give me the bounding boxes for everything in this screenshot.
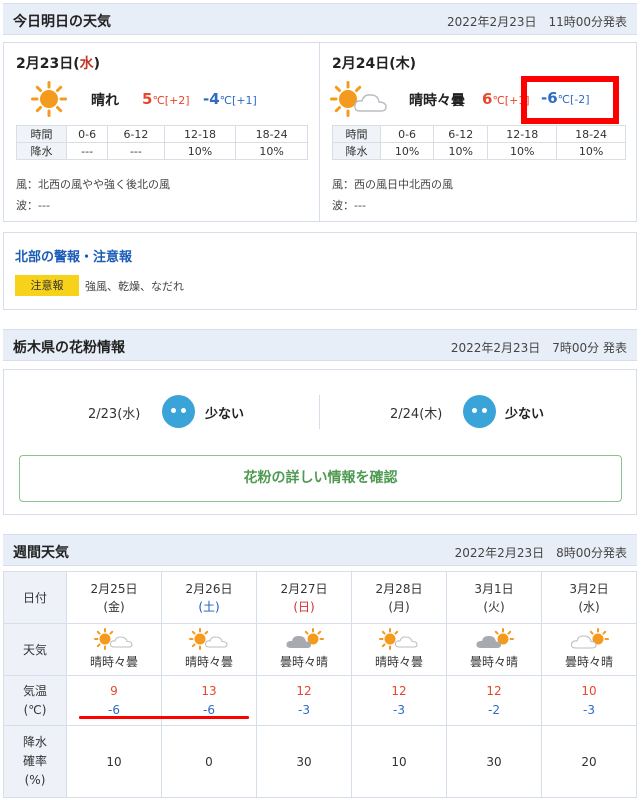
weekly-rain-cell: 10: [66, 725, 162, 798]
table-cell: 10%: [487, 142, 558, 160]
section-title: 週間天気: [13, 545, 69, 561]
sun-cloud-icon: [379, 627, 418, 650]
row-header: 降水 確率 (%): [3, 725, 67, 798]
precip-table: 時間 0-6 6-12 12-18 18-24 降水 --- --- 10% 1…: [16, 125, 308, 160]
table-cell: 10%: [163, 142, 237, 160]
weekly-weather-cell: 晴時々曇: [351, 623, 447, 676]
wind-text: 風：西の風日中北西の風: [332, 178, 453, 191]
cloud-sun-icon: [286, 627, 324, 648]
weekly-day: 2月25日 (金): [66, 571, 162, 624]
sun-cloud-icon: [189, 627, 228, 650]
weekly-day: 3月2日 (水): [541, 571, 637, 624]
sun-cloud-icon: [330, 81, 387, 117]
rain-row: 降水 確率 (%) 10 0 30 10 30 20: [3, 725, 637, 798]
sun-cloud-icon: [94, 627, 133, 650]
weekly-day: 2月26日 (土): [161, 571, 257, 624]
weekly-weather-cell: 晴時々曇: [161, 623, 257, 676]
cloud-sun-icon: [476, 627, 514, 648]
precip-table: 時間 0-6 6-12 12-18 18-24 降水 10% 10% 10% 1…: [332, 125, 626, 160]
table-cell: 降水: [332, 142, 381, 160]
table-cell: 時間: [332, 125, 381, 143]
wave-text: 波：---: [16, 199, 50, 212]
forecast-panel-today: 2月23日(水) 晴れ 5℃[+2] -4℃[+1] 時間 0-6 6-12 1…: [3, 42, 320, 222]
table-cell: 10%: [379, 142, 435, 160]
weekly-section-header: 週間天気 2022年2月23日 8時00分発表: [3, 534, 637, 566]
weekly-weather-cell: 晴時々曇: [66, 623, 162, 676]
table-cell: ---: [107, 142, 165, 160]
row-header: 気温 (℃): [3, 675, 67, 726]
weekly-weather-cell: 曇時々晴: [541, 623, 637, 676]
wind-text: 風：北西の風やや強く後北の風: [16, 178, 170, 191]
row-header: 日付: [3, 571, 67, 624]
pollen-detail-button[interactable]: 花粉の詳しい情報を確認: [19, 455, 622, 502]
warning-title-link[interactable]: 北部の警報・注意報: [15, 246, 132, 265]
pollen-section-header: 栃木県の花粉情報 2022年2月23日 7時00分 発表: [3, 329, 637, 361]
highlight-box: [521, 76, 619, 124]
table-cell: 0-6: [379, 125, 435, 143]
weekly-rain-cell: 10: [351, 725, 447, 798]
max-temp: 5℃[+2]: [142, 90, 190, 108]
highlight-underline: [79, 716, 249, 719]
weekly-rain-cell: 0: [161, 725, 257, 798]
table-cell: 18-24: [556, 125, 626, 143]
table-cell: 6-12: [107, 125, 165, 143]
weekly-day: 2月27日 (日): [256, 571, 352, 624]
section-title: 今日明日の天気: [13, 14, 111, 30]
forecast-panel-tomorrow: 2月24日(木) 晴時々曇 6℃[+1] -6℃[-2] 時間 0-6 6-12…: [319, 42, 637, 222]
weekly-temp-cell: 12 -3: [256, 675, 352, 726]
table-cell: 10%: [556, 142, 626, 160]
weekly-rain-cell: 30: [256, 725, 352, 798]
cloud-sun-icon: [570, 627, 609, 648]
warning-panel: [3, 232, 637, 310]
table-cell: 10%: [235, 142, 308, 160]
weather-row: 天気 晴時々曇 晴時々曇 曇時々晴 晴時々曇 曇時々晴 曇時々晴: [3, 623, 637, 676]
today-section-header: 今日明日の天気 2022年2月23日 11時00分発表: [3, 3, 637, 35]
row-header: 天気: [3, 623, 67, 676]
issued-time: 2022年2月23日 8時00分発表: [454, 546, 627, 560]
pollen-face-icon: [463, 395, 496, 428]
min-temp: -4℃[+1]: [203, 90, 257, 108]
issued-time: 2022年2月23日 7時00分 発表: [450, 341, 627, 355]
divider: [319, 395, 320, 429]
day-heading: 2月23日(水): [16, 56, 101, 72]
table-cell: 18-24: [235, 125, 308, 143]
issued-time: 2022年2月23日 11時00分発表: [447, 15, 627, 29]
pollen-date: 2/23(水): [88, 407, 141, 422]
table-cell: 0-6: [65, 125, 109, 143]
warning-text: 強風、乾燥、なだれ: [85, 280, 184, 293]
table-cell: 10%: [433, 142, 489, 160]
weekly-weather-cell: 曇時々晴: [256, 623, 352, 676]
table-cell: 6-12: [433, 125, 489, 143]
weekly-rain-cell: 20: [541, 725, 637, 798]
wave-text: 波：---: [332, 199, 366, 212]
section-title: 栃木県の花粉情報: [13, 340, 125, 356]
table-cell: 12-18: [487, 125, 558, 143]
warning-badge: 注意報: [15, 275, 79, 296]
sun-icon: [31, 81, 67, 117]
weekly-table: 日付 2月25日 (金) 2月26日 (土) 2月27日 (日) 2月28日 (月) 3…: [3, 571, 637, 798]
pollen-level: 少ない: [505, 407, 545, 422]
weekly-temp-cell: 10 -3: [541, 675, 637, 726]
pollen-date: 2/24(木): [390, 407, 443, 422]
date-row: 日付 2月25日 (金) 2月26日 (土) 2月27日 (日) 2月28日 (月) 3…: [3, 571, 637, 624]
table-cell: 12-18: [163, 125, 237, 143]
weekly-day: 2月28日 (月): [351, 571, 447, 624]
day-heading: 2月24日(木): [332, 56, 417, 72]
table-cell: 降水: [16, 142, 67, 160]
weekly-rain-cell: 30: [446, 725, 542, 798]
weather-label: 晴れ: [91, 93, 119, 109]
weekly-weather-cell: 曇時々晴: [446, 623, 542, 676]
weekly-temp-cell: 12 -2: [446, 675, 542, 726]
table-cell: ---: [65, 142, 109, 160]
weather-label: 晴時々曇: [409, 93, 465, 109]
pollen-face-icon: [162, 395, 195, 428]
table-cell: 時間: [16, 125, 67, 143]
weekly-day: 3月1日 (火): [446, 571, 542, 624]
weekly-temp-cell: 12 -3: [351, 675, 447, 726]
pollen-level: 少ない: [205, 407, 245, 422]
